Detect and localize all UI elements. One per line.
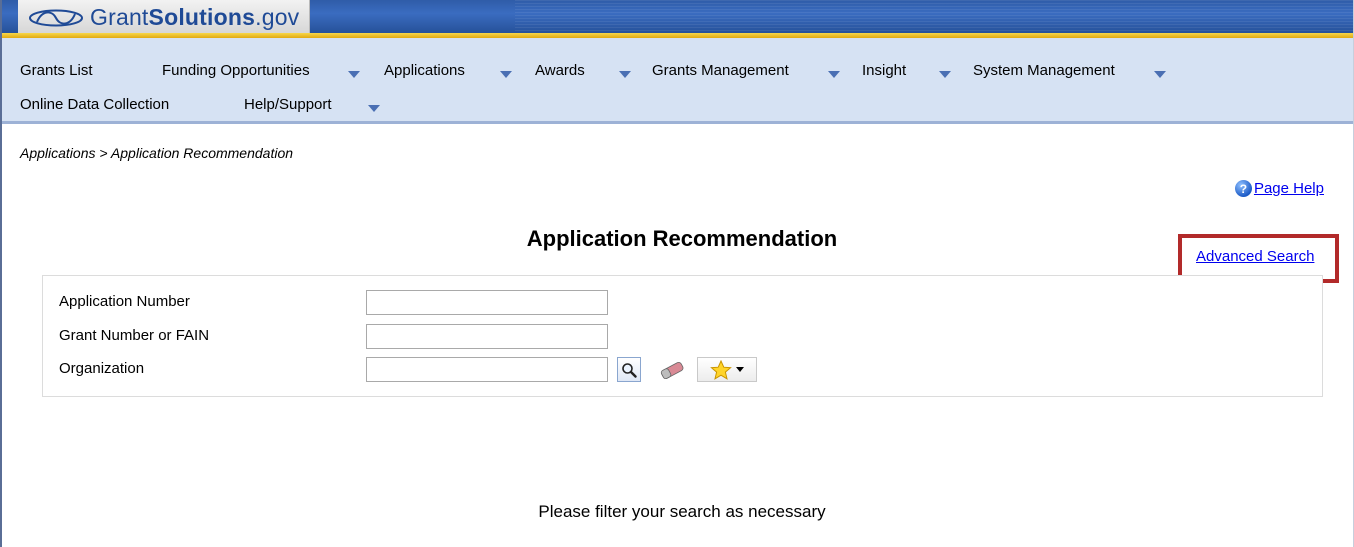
- nav-funding-opportunities[interactable]: Funding Opportunities: [162, 62, 310, 79]
- organization-search-button[interactable]: [617, 357, 641, 382]
- breadcrumb: Applications > Application Recommendatio…: [20, 145, 294, 161]
- nav-awards[interactable]: Awards: [535, 62, 585, 79]
- chevron-down-icon[interactable]: [939, 71, 951, 78]
- nav-help-support[interactable]: Help/Support: [244, 96, 332, 113]
- nav-applications[interactable]: Applications: [384, 62, 465, 79]
- chevron-down-icon[interactable]: [828, 71, 840, 78]
- site-logo-text: GrantSolutions.gov: [90, 4, 300, 30]
- chevron-down-icon: [736, 367, 744, 372]
- nav-grants-management[interactable]: Grants Management: [652, 62, 789, 79]
- site-logo[interactable]: GrantSolutions.gov: [18, 0, 310, 34]
- chevron-down-icon[interactable]: [368, 105, 380, 112]
- nav-grants-list[interactable]: Grants List: [20, 62, 93, 79]
- page-help[interactable]: ? Page Help: [1234, 180, 1324, 197]
- application-number-label: Application Number: [59, 293, 190, 310]
- chevron-down-icon[interactable]: [500, 71, 512, 78]
- star-icon: [710, 359, 732, 380]
- page-help-link[interactable]: Page Help: [1254, 180, 1324, 197]
- site-header: GrantSolutions.gov: [2, 0, 1353, 38]
- grant-number-label: Grant Number or FAIN: [59, 327, 210, 344]
- grantsolutions-logo-icon: [29, 9, 83, 27]
- chevron-down-icon[interactable]: [348, 71, 360, 78]
- organization-favorites-button[interactable]: [697, 357, 757, 382]
- help-icon[interactable]: ?: [1234, 180, 1252, 197]
- page-title: Application Recommendation: [526, 226, 838, 251]
- eraser-icon: [660, 361, 684, 379]
- nav-insight[interactable]: Insight: [862, 62, 906, 79]
- chevron-down-icon[interactable]: [1154, 71, 1166, 78]
- application-number-input[interactable]: [366, 290, 608, 315]
- organization-clear-button[interactable]: [657, 357, 687, 382]
- grant-number-input[interactable]: [366, 324, 608, 349]
- organization-input[interactable]: [366, 357, 608, 382]
- nav-online-data-collection[interactable]: Online Data Collection: [20, 96, 169, 113]
- organization-label: Organization: [59, 360, 145, 377]
- advanced-search-link[interactable]: Advanced Search: [1196, 248, 1314, 265]
- chevron-down-icon[interactable]: [619, 71, 631, 78]
- magnifier-icon: [622, 362, 637, 378]
- main-nav: Grants List Funding Opportunities Applic…: [2, 38, 1353, 124]
- header-stripes: [515, 0, 1353, 34]
- nav-system-management[interactable]: System Management: [973, 62, 1115, 79]
- filter-message: Please filter your search as necessary: [538, 502, 826, 521]
